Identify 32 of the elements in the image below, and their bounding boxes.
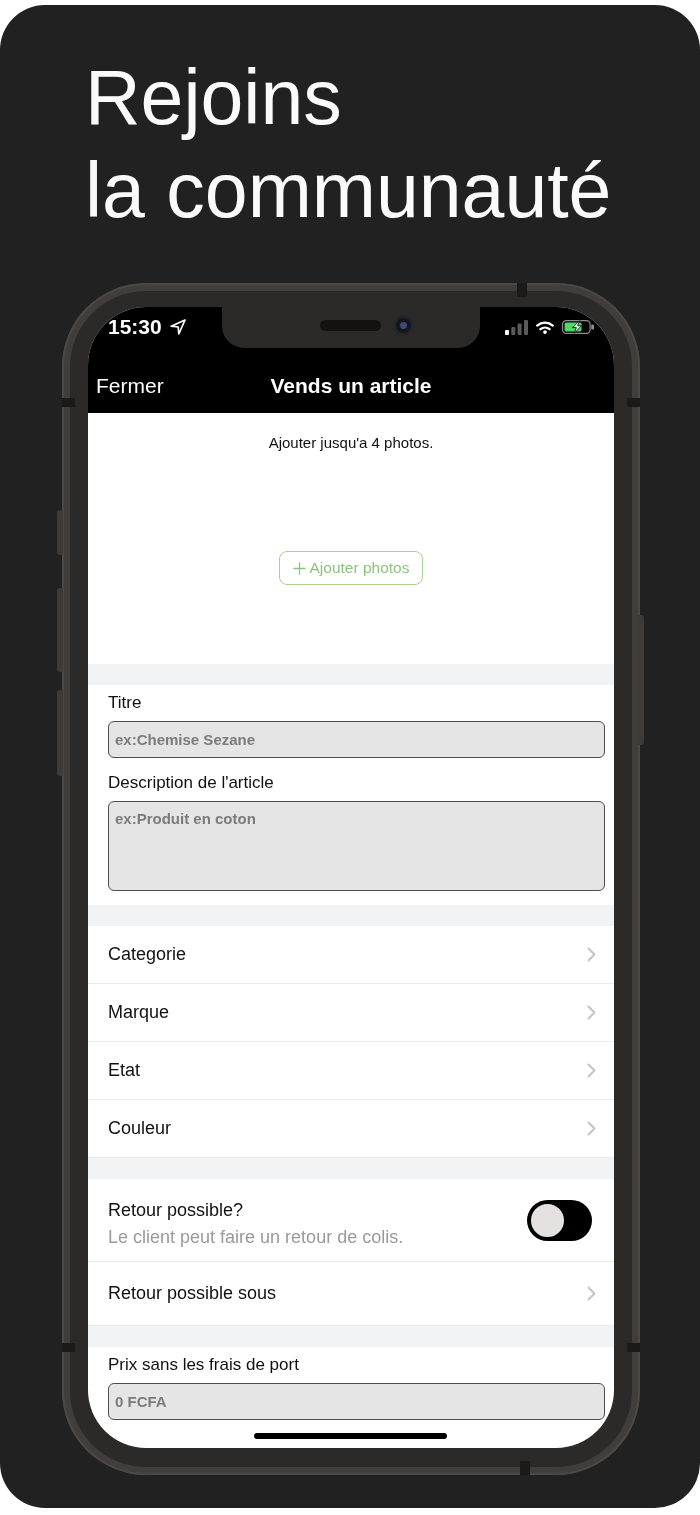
antenna-band bbox=[517, 283, 527, 297]
wifi-icon bbox=[536, 320, 554, 334]
antenna-band bbox=[520, 1461, 530, 1475]
chevron-icon bbox=[587, 947, 596, 962]
input-field[interactable]: 0 FCFA bbox=[108, 1383, 605, 1420]
field-label: Titre bbox=[108, 693, 143, 713]
option-description: Le client peut faire un retour de colis. bbox=[108, 1225, 404, 1248]
screen-title: Vends un article bbox=[270, 373, 432, 399]
earpiece-speaker bbox=[320, 320, 381, 331]
textarea-field[interactable]: ex:Produit en coton bbox=[108, 801, 605, 891]
chevron-icon bbox=[587, 1063, 596, 1078]
field-label: Prix sans les frais de port bbox=[108, 1355, 300, 1375]
close-button[interactable]: Fermer bbox=[96, 373, 164, 399]
chevron-icon bbox=[587, 1005, 596, 1020]
plus-icon bbox=[292, 561, 306, 575]
antenna-band bbox=[62, 398, 75, 407]
headline: Rejoins la communauté bbox=[85, 53, 612, 235]
chevron-icon bbox=[587, 1286, 596, 1301]
location-arrow-icon bbox=[169, 319, 186, 335]
status-time: 15:30 bbox=[108, 316, 162, 338]
field-label: Description de l'article bbox=[108, 773, 275, 793]
antenna-band bbox=[627, 1343, 640, 1352]
photo-hint: Ajouter jusqu'a 4 photos. bbox=[268, 433, 434, 453]
toggle-switch[interactable] bbox=[527, 1199, 592, 1241]
chevron-icon bbox=[587, 1121, 596, 1136]
battery-charging-icon bbox=[562, 320, 594, 334]
camera-lens-icon bbox=[393, 315, 414, 336]
signal-icon bbox=[505, 319, 528, 335]
input-field[interactable]: ex:Chemise Sezane bbox=[108, 721, 605, 758]
option-title: Retour possible? bbox=[108, 1198, 245, 1221]
antenna-band bbox=[627, 398, 640, 407]
antenna-band bbox=[62, 1343, 75, 1352]
